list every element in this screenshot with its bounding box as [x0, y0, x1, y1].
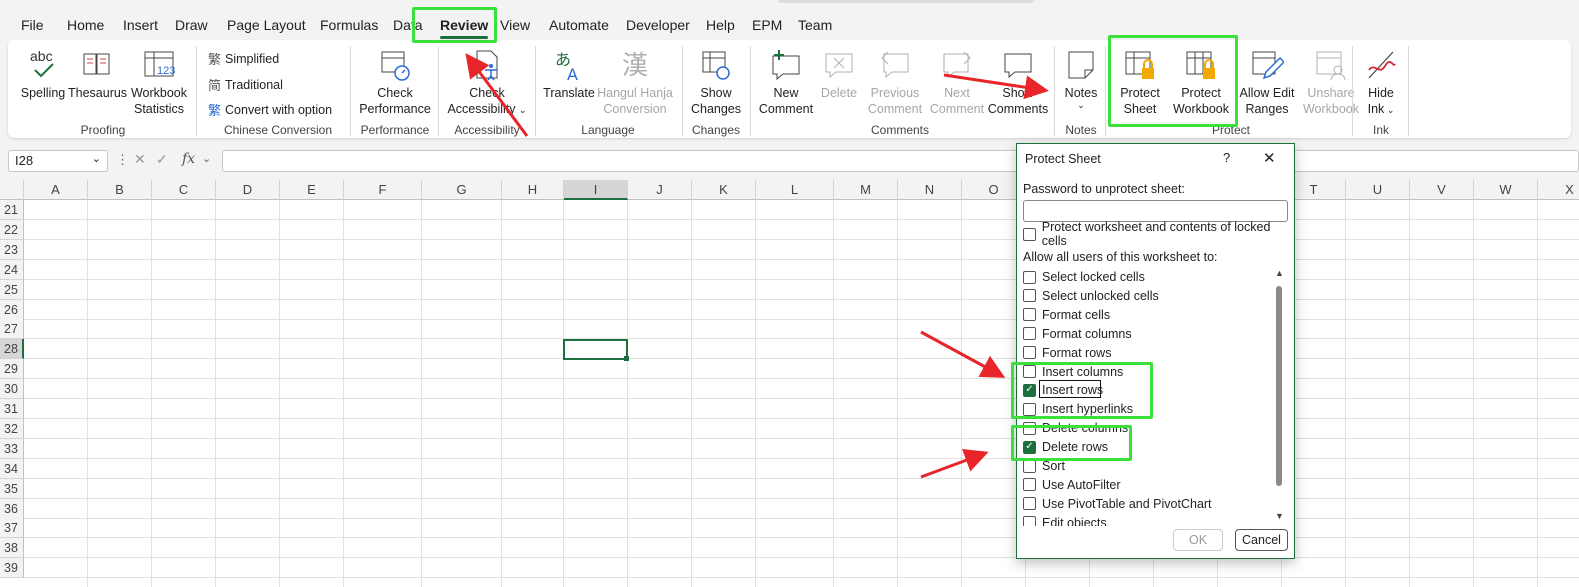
excel-window: File Home Insert Draw Page Layout Formul… [0, 0, 1579, 587]
annotation-arrows [465, 53, 1049, 479]
arrow-to-review [465, 53, 529, 137]
arrow-to-delete-rows [920, 449, 989, 479]
arrow-to-protect [943, 73, 1049, 100]
arrow-to-insert-rows [920, 330, 1006, 378]
